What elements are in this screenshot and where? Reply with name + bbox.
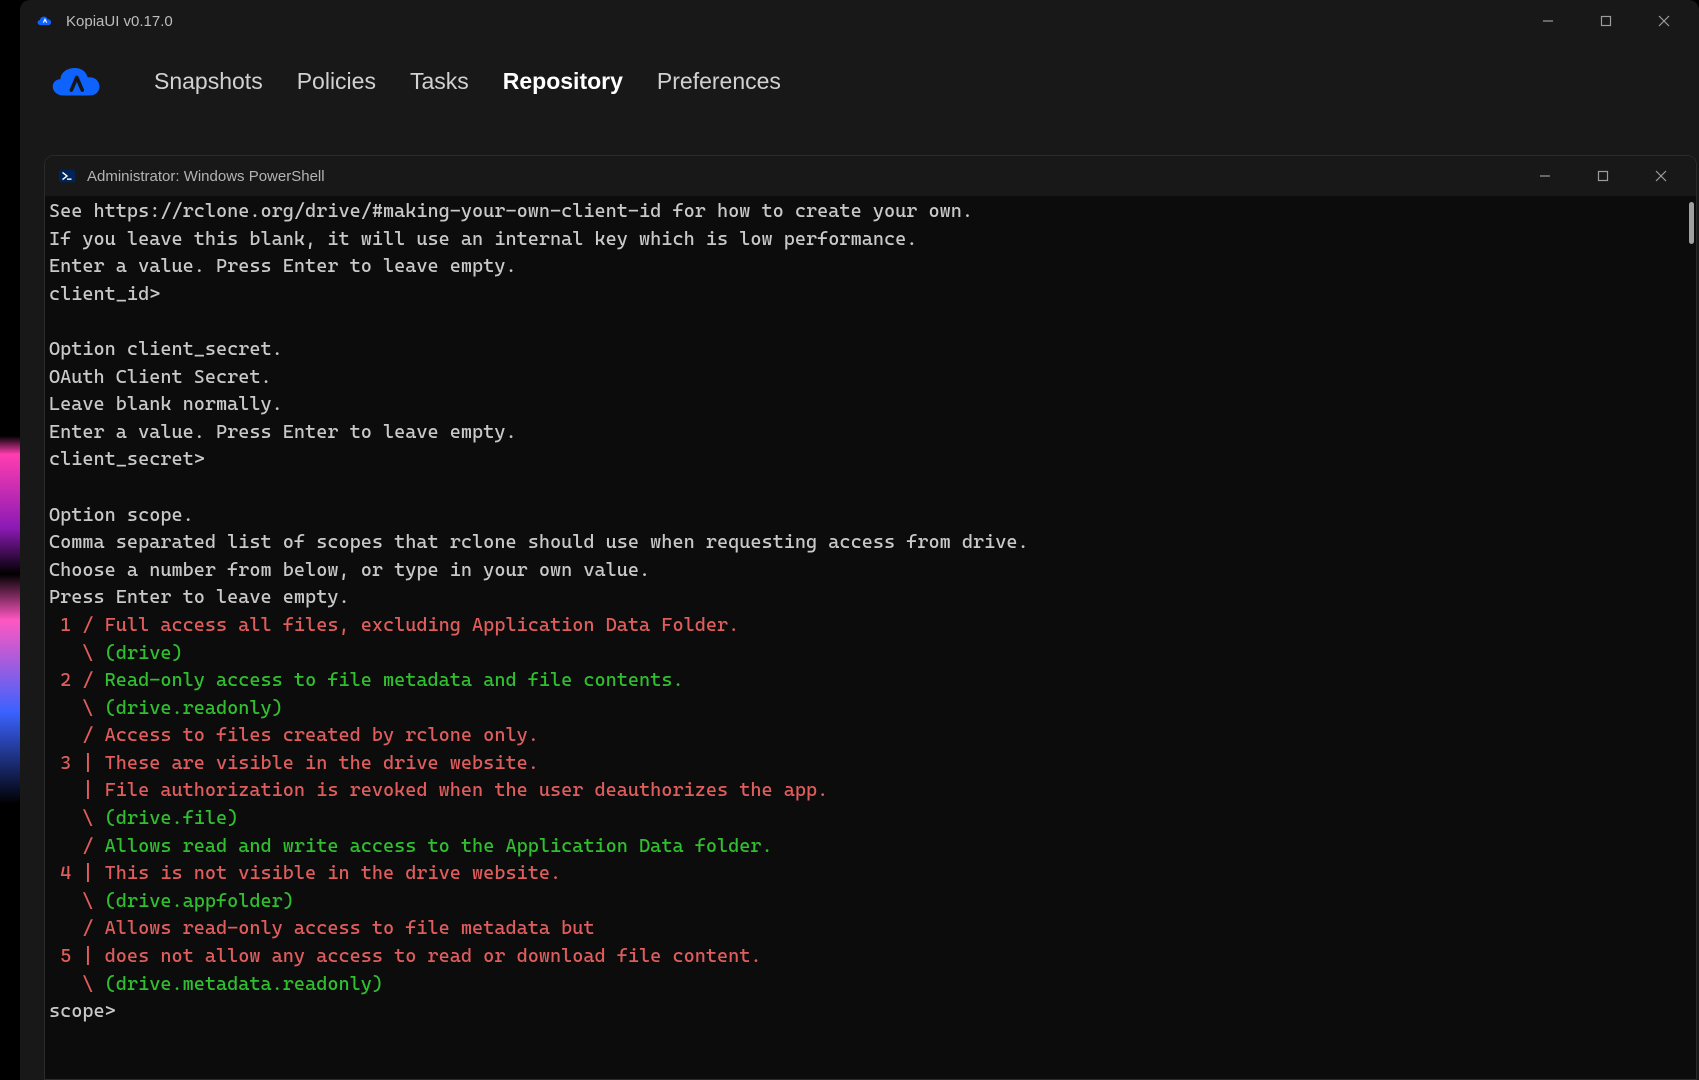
nav-preferences[interactable]: Preferences (657, 68, 781, 95)
kopia-app-icon (34, 10, 56, 32)
kopia-minimize-button[interactable] (1519, 0, 1577, 42)
powershell-output: See https://rclone.org/drive/#making-you… (45, 196, 1696, 1026)
scrollbar-thumb[interactable] (1689, 202, 1694, 244)
powershell-minimize-button[interactable] (1516, 155, 1574, 197)
kopia-logo-icon (46, 60, 104, 102)
kopia-window-title: KopiaUI v0.17.0 (66, 13, 173, 30)
nav-repository[interactable]: Repository (503, 68, 623, 95)
powershell-maximize-button[interactable] (1574, 155, 1632, 197)
kopia-titlebar[interactable]: KopiaUI v0.17.0 (20, 0, 1699, 42)
kopia-window-controls (1519, 0, 1693, 42)
powershell-titlebar[interactable]: Administrator: Windows PowerShell (45, 156, 1696, 196)
kopia-maximize-button[interactable] (1577, 0, 1635, 42)
powershell-body[interactable]: See https://rclone.org/drive/#making-you… (45, 196, 1696, 1079)
desktop-wallpaper-slice (0, 160, 20, 1080)
powershell-window-controls (1516, 155, 1690, 197)
nav-policies[interactable]: Policies (297, 68, 376, 95)
nav-snapshots[interactable]: Snapshots (154, 68, 263, 95)
nav-tasks[interactable]: Tasks (410, 68, 469, 95)
kopia-nav: Snapshots Policies Tasks Repository Pref… (20, 42, 1699, 126)
powershell-icon (57, 166, 77, 186)
kopia-close-button[interactable] (1635, 0, 1693, 42)
powershell-title: Administrator: Windows PowerShell (87, 168, 325, 185)
powershell-close-button[interactable] (1632, 155, 1690, 197)
powershell-window: Administrator: Windows PowerShell See ht… (44, 155, 1697, 1080)
kopia-window: KopiaUI v0.17.0 Snapshots Policies Tasks… (20, 0, 1699, 1080)
